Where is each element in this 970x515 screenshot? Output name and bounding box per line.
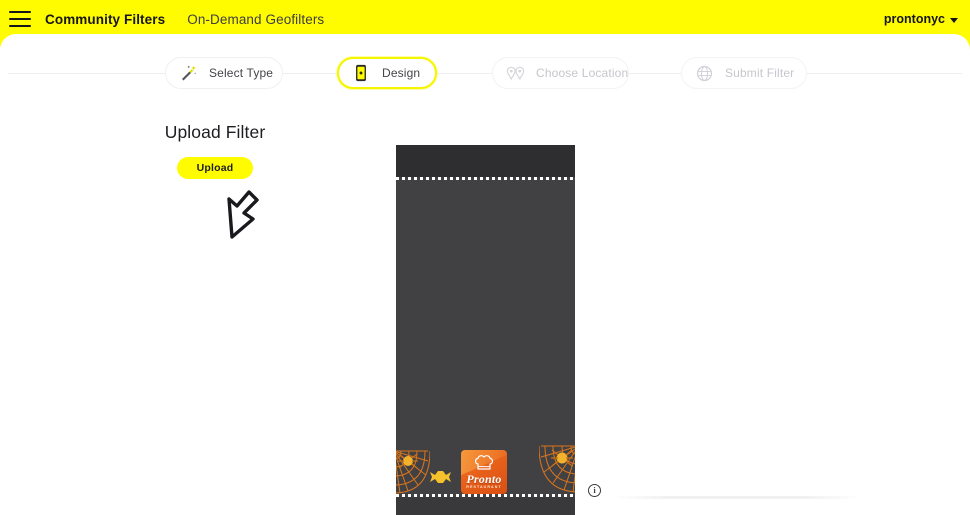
location-pin-icon bbox=[505, 63, 525, 83]
filter-preview-canvas[interactable]: Pronto RESTAURANT bbox=[396, 145, 575, 515]
phone-icon bbox=[351, 63, 371, 83]
chevron-down-icon bbox=[950, 17, 958, 23]
username-label: prontonyc bbox=[883, 12, 945, 26]
stepper-rail bbox=[8, 73, 962, 74]
hamburger-line bbox=[9, 25, 31, 27]
filter-artwork: Pronto RESTAURANT bbox=[396, 440, 575, 497]
chef-hat-icon bbox=[474, 455, 494, 471]
preview-bottom-band bbox=[396, 497, 575, 515]
top-navigation-bar: Community Filters On-Demand Geofilters p… bbox=[0, 0, 970, 38]
bat-icon bbox=[429, 470, 452, 484]
step-label: Select Type bbox=[209, 66, 274, 80]
hamburger-line bbox=[9, 11, 31, 13]
safe-area-line-top bbox=[396, 177, 575, 180]
preview-surface: Pronto RESTAURANT bbox=[396, 145, 575, 515]
content-sheet: Select Type Design Choose Location Submi… bbox=[0, 34, 970, 515]
globe-icon bbox=[694, 63, 714, 83]
logo-subtitle: RESTAURANT bbox=[466, 485, 502, 489]
spider-web-icon bbox=[538, 444, 575, 494]
section-divider bbox=[612, 496, 862, 499]
hamburger-menu-icon[interactable] bbox=[9, 11, 31, 27]
info-circle-icon[interactable]: i bbox=[588, 484, 601, 497]
step-choose-location[interactable]: Choose Location bbox=[492, 57, 629, 89]
preview-top-band bbox=[396, 145, 575, 177]
magic-wand-icon bbox=[178, 63, 198, 83]
step-select-type[interactable]: Select Type bbox=[165, 57, 283, 89]
hamburger-line bbox=[9, 18, 31, 20]
upload-button[interactable]: Upload bbox=[177, 157, 253, 179]
spider-web-icon bbox=[396, 449, 431, 495]
step-label: Choose Location bbox=[536, 66, 629, 80]
progress-stepper: Select Type Design Choose Location Submi… bbox=[0, 46, 970, 89]
step-submit-filter[interactable]: Submit Filter bbox=[681, 57, 807, 89]
page-title: Upload Filter bbox=[164, 122, 266, 142]
hand-drawn-arrow-cursor-icon bbox=[216, 180, 270, 242]
step-design[interactable]: Design bbox=[337, 57, 437, 89]
app-root: Community Filters On-Demand Geofilters p… bbox=[0, 0, 970, 515]
user-menu[interactable]: prontonyc bbox=[884, 0, 958, 38]
logo-title: Pronto bbox=[466, 472, 502, 486]
restaurant-logo-card: Pronto RESTAURANT bbox=[461, 450, 507, 494]
brand-title[interactable]: Community Filters bbox=[45, 12, 165, 27]
step-label: Design bbox=[382, 66, 421, 80]
step-label: Submit Filter bbox=[725, 66, 795, 80]
upload-panel: Upload Filter Upload bbox=[112, 122, 318, 239]
nav-link-on-demand-geofilters[interactable]: On-Demand Geofilters bbox=[187, 12, 324, 27]
